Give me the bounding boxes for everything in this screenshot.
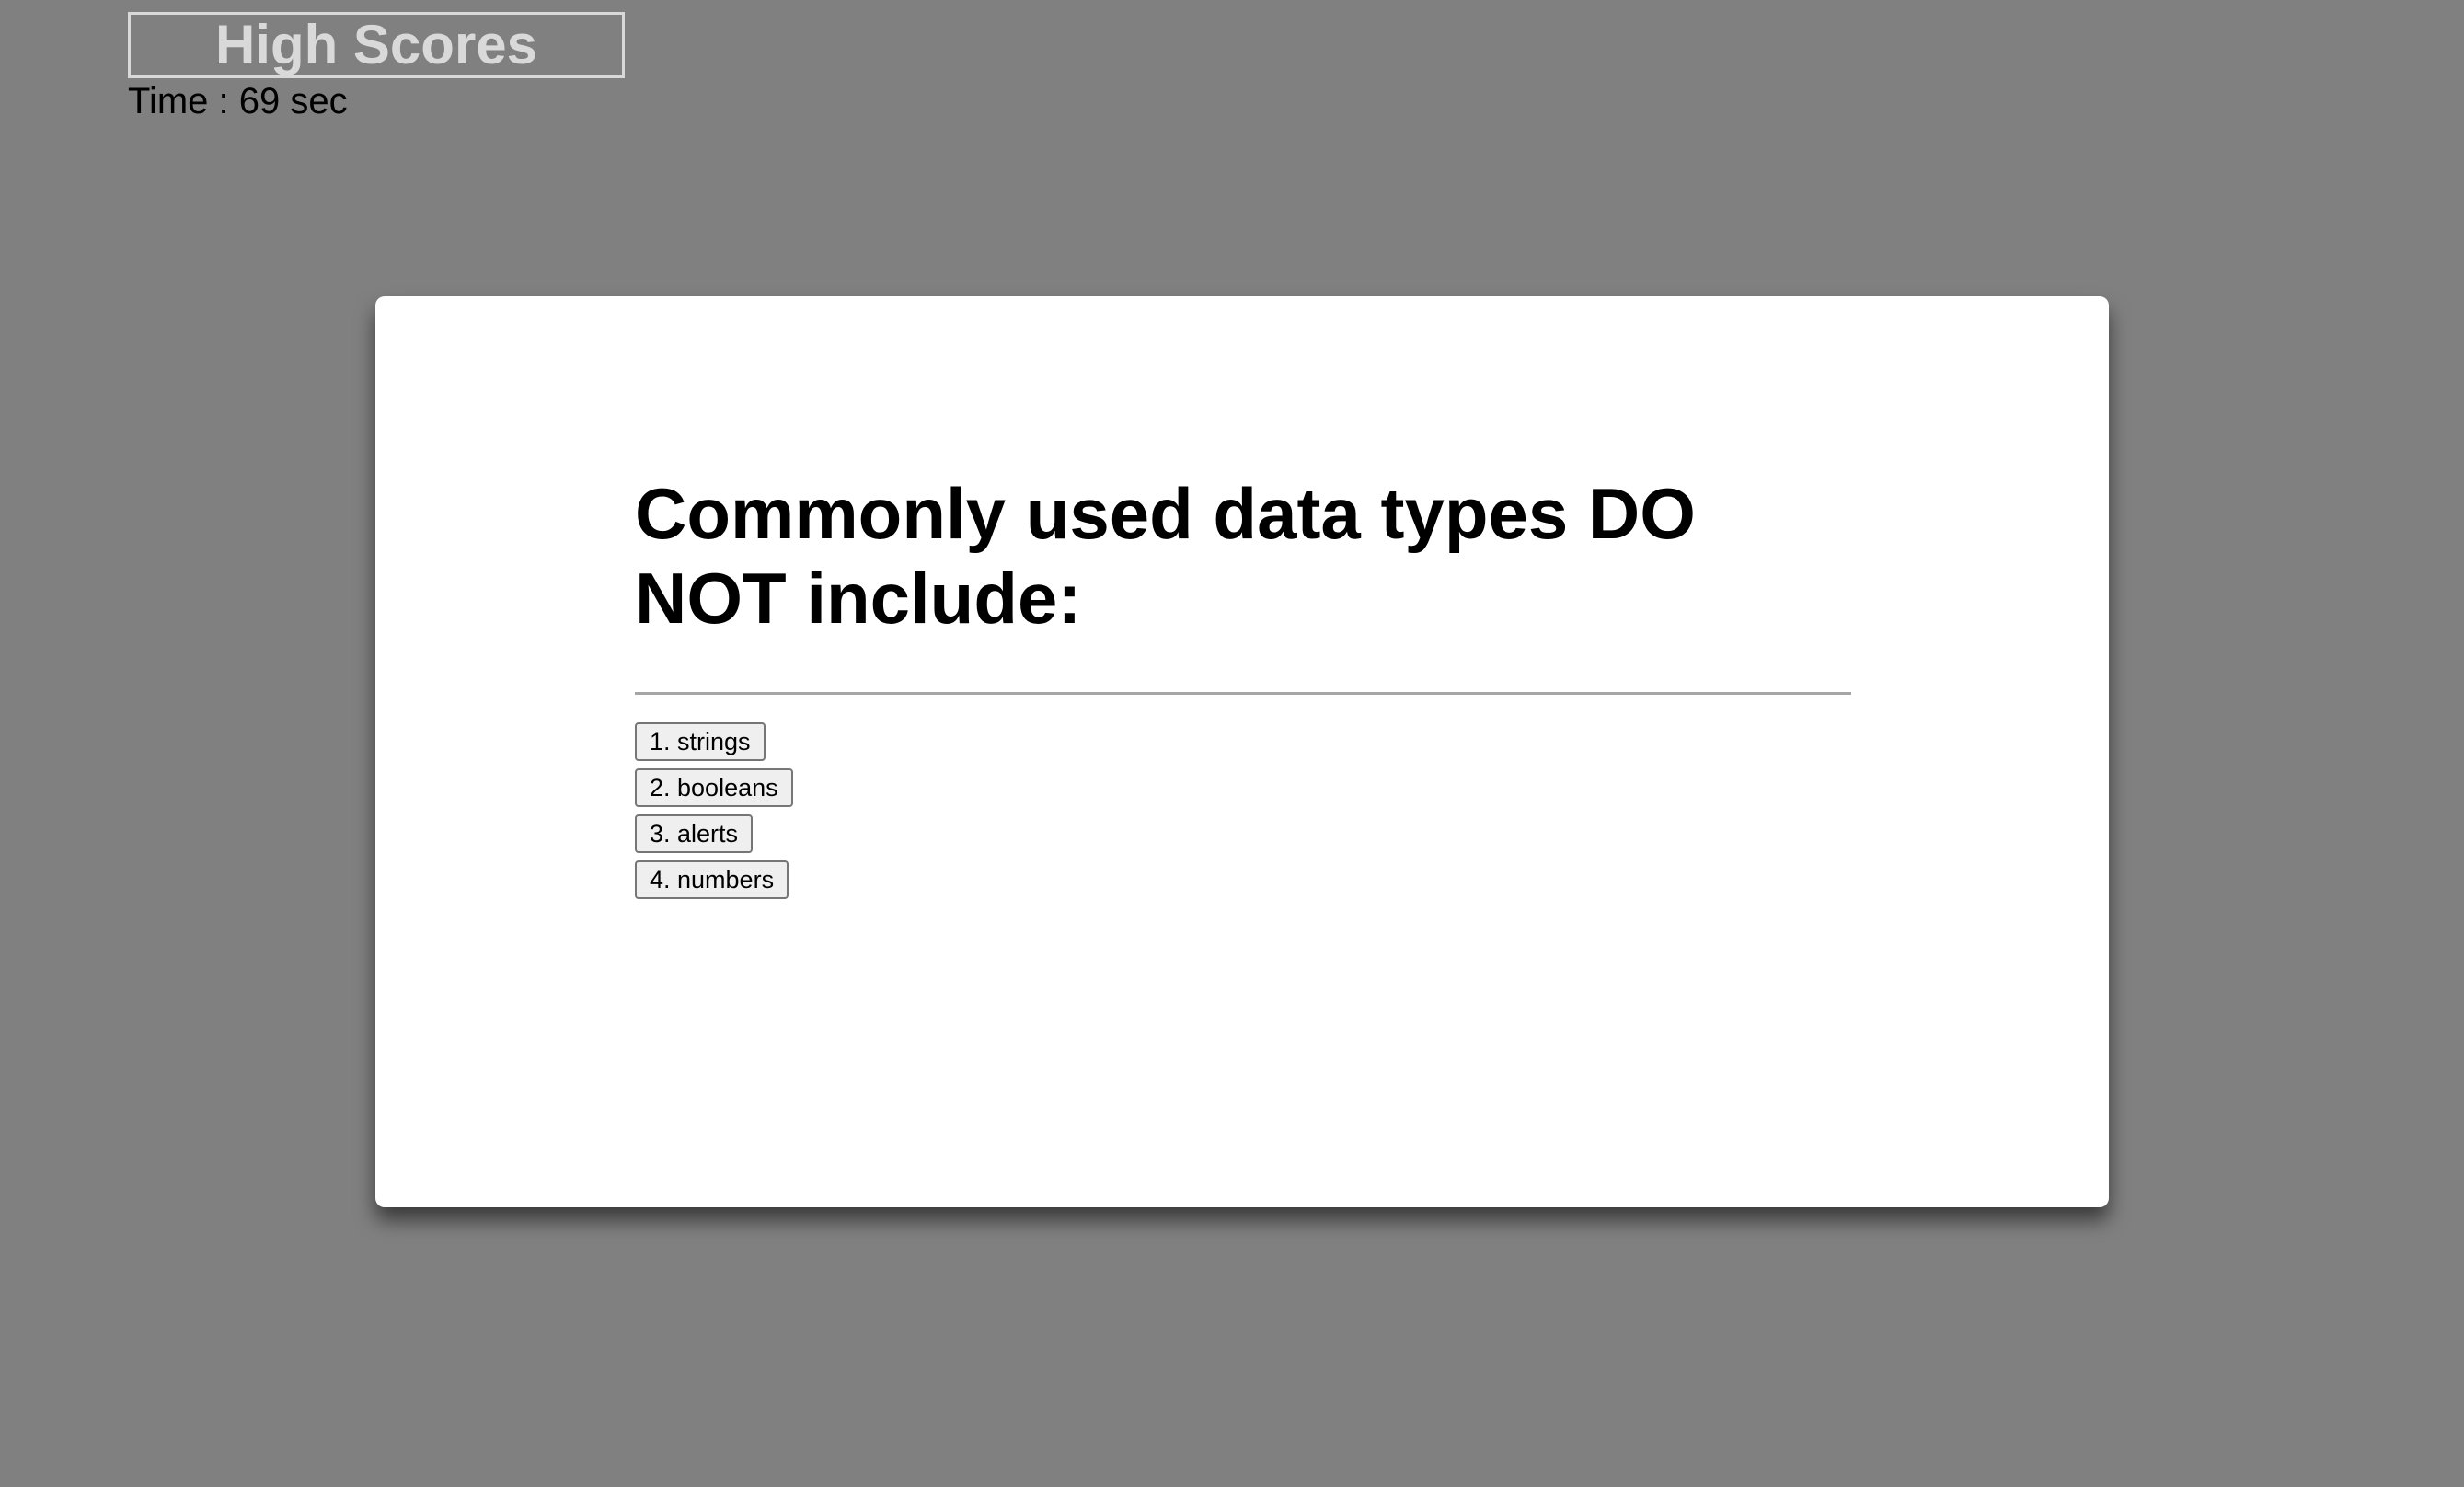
high-scores-button[interactable]: High Scores [128,12,625,78]
question-text: Commonly used data types DO NOT include: [635,473,1696,639]
divider [635,692,1851,695]
answer-list: 1. strings 2. booleans 3. alerts 4. numb… [635,722,793,899]
answer-button-strings[interactable]: 1. strings [635,722,766,761]
timer-text: Time : 69 sec [128,81,348,121]
answer-button-booleans[interactable]: 2. booleans [635,768,793,807]
answer-button-alerts[interactable]: 3. alerts [635,814,754,853]
quiz-card: Commonly used data types DO NOT include:… [375,296,2109,1207]
answer-button-numbers[interactable]: 4. numbers [635,860,789,899]
